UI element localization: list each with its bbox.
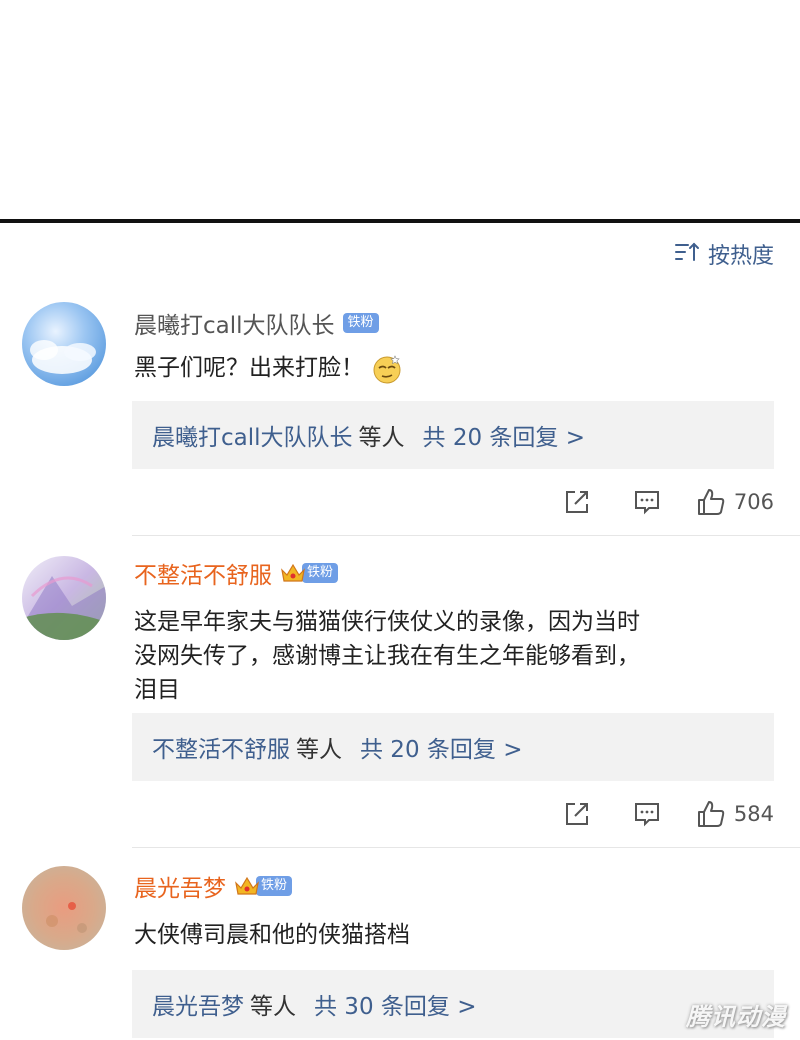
comment-text-line: 没网失传了，感谢博主让我在有生之年能够看到， [134,643,640,669]
like-count: 584 [733,802,774,826]
share-icon[interactable] [562,799,592,829]
fan-badge: 铁粉 [342,313,379,333]
comment-text-line: 这是早年家夫与猫猫侠行侠仗义的录像，因为当时 [134,609,640,635]
comment-icon[interactable] [632,487,662,517]
avatar[interactable] [22,866,106,950]
fan-badge: 铁粉 [302,563,339,583]
username[interactable]: 晨曦打call大队队长 [134,306,335,340]
replies-preview[interactable]: 不整活不舒服 等人 共 20 条回复 > [132,713,774,781]
comment-actions: 584 [562,799,774,829]
replies-preview[interactable]: 晨曦打call大队队长 等人 共 20 条回复 > [132,401,774,469]
sort-icon [674,241,700,267]
avatar[interactable] [22,302,106,386]
fan-badge: 铁粉 [256,876,293,896]
vip-badge-group: 铁粉 [280,562,339,584]
like-button[interactable]: 584 [696,799,774,829]
comment-separator [132,535,800,536]
like-button[interactable]: 706 [696,487,774,517]
comment-actions: 706 [562,487,774,517]
thumbs-up-icon [697,489,725,515]
crown-icon [235,876,259,895]
comment-icon[interactable] [632,799,662,829]
username[interactable]: 不整活不舒服 [134,556,272,590]
reply-user[interactable]: 晨曦打call大队队长 [152,418,353,452]
sort-by-hot-button[interactable]: 按热度 [674,238,774,270]
image-panel-blank [0,0,800,219]
avatar[interactable] [22,556,106,640]
vip-badge-group: 铁粉 [234,875,293,897]
panel-divider [0,219,800,223]
crown-icon [281,563,305,582]
tencent-comic-watermark: 腾讯动漫 [686,1003,786,1031]
reply-count-link[interactable]: 共 20 条回复 > [423,418,585,452]
comment-separator [132,847,800,848]
comment-text: 这是早年家夫与猫猫侠行侠仗义的录像，因为当时 没网失传了，感谢博主让我在有生之年… [134,605,754,707]
comment-header: 不整活不舒服 铁粉 [134,556,339,590]
reply-count-link[interactable]: 共 20 条回复 > [360,730,522,764]
reply-etc: 等人 [250,994,296,1020]
smug-emoji-icon [371,353,403,385]
comment-text: 黑子们呢？出来打脸！ [134,351,754,385]
username[interactable]: 晨光吾梦 [134,869,226,903]
replies-preview[interactable]: 晨光吾梦 等人 共 30 条回复 > [132,970,774,1038]
comment-text: 大侠傅司晨和他的侠猫搭档 [134,922,410,948]
reply-user[interactable]: 晨光吾梦 [152,987,244,1021]
sort-label: 按热度 [707,244,774,269]
share-icon[interactable] [562,487,592,517]
reply-etc: 等人 [358,425,405,451]
comment-text-line: 泪目 [134,677,180,703]
comment-header: 晨光吾梦 铁粉 [134,869,293,903]
like-count: 706 [733,490,774,514]
comment-text-content: 黑子们呢？出来打脸！ [134,355,364,381]
comment-header: 晨曦打call大队队长 铁粉 [134,306,379,340]
reply-etc: 等人 [296,737,342,763]
reply-user[interactable]: 不整活不舒服 [152,730,290,764]
reply-count-link[interactable]: 共 30 条回复 > [314,987,476,1021]
thumbs-up-icon [697,801,725,827]
